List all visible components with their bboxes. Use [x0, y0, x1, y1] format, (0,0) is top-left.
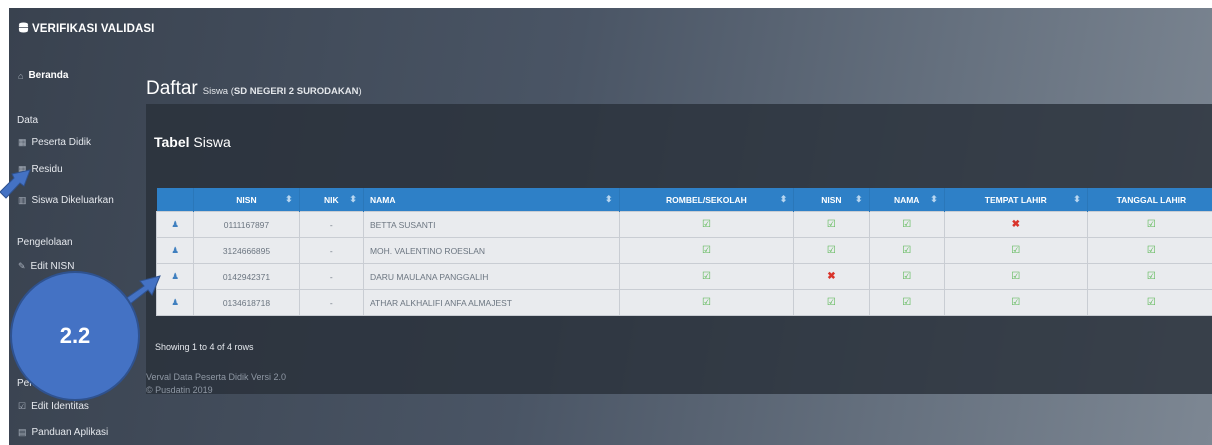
check-icon: ☑: [826, 245, 836, 256]
sort-icon: ⬍: [854, 194, 863, 204]
check-icon: ☑: [1146, 297, 1156, 308]
cell-nama: DARU MAULANA PANGGALIH: [362, 263, 620, 290]
user-icon[interactable]: ♟: [155, 211, 195, 238]
sort-icon: ⬍: [1073, 194, 1081, 204]
sort-icon: ⬍: [349, 194, 357, 204]
document-icon: ▤: [18, 427, 27, 437]
cell-nik: -: [298, 211, 364, 238]
header-tanggal-lahir[interactable]: TANGGAL LAHIR: [1087, 188, 1212, 212]
check-icon: ☑: [701, 245, 711, 256]
annotation-arrow-residu: [0, 169, 31, 199]
cell-nama: ATHAR ALKHALIFI ANFA ALMAJEST: [362, 289, 620, 316]
table-row[interactable]: ♟ 3124666895 - MOH. VALENTINO ROESLAN ☑ ☑ ☑…: [155, 237, 1212, 264]
pagination-info: Showing 1 to 4 of 4 rows: [155, 342, 254, 352]
sort-icon: ⬍: [779, 194, 788, 204]
sidebar-section-data: Data: [17, 115, 39, 126]
sort-icon: ⬍: [605, 194, 613, 204]
check-icon: ☑: [902, 245, 912, 256]
cell-nik: -: [298, 237, 364, 264]
check-icon: ☑: [701, 271, 711, 282]
home-icon: ⌂: [18, 70, 24, 81]
check-icon: ☑: [826, 219, 836, 230]
table-row[interactable]: ♟ 0142942371 - DARU MAULANA PANGGALIH ☑ ✖ ☑…: [155, 263, 1212, 290]
check-icon: ☑: [1011, 271, 1021, 282]
students-table: NISN ⬍ NIK ⬍ NAMA ⬍ ROMBEL/SEKOLAH ⬍ NISN ⬍ N…: [155, 188, 1212, 316]
check-icon: ☑: [1146, 271, 1156, 282]
check-icon: ☑: [902, 271, 912, 282]
check-icon: ☑: [1146, 245, 1156, 256]
check-icon: ☑: [701, 297, 711, 308]
cross-icon: ✖: [827, 271, 836, 282]
annotation-callout: 2.2: [10, 271, 140, 401]
app-window: VERIFIKASI VALIDASI ⌂ Beranda Data ▦ Pes…: [9, 8, 1212, 445]
cell-nik: -: [298, 289, 364, 316]
sidebar-item-peserta-didik[interactable]: ▦ Peserta Didik: [18, 137, 91, 148]
check-icon: ☑: [1011, 297, 1021, 308]
table-row[interactable]: ♟ 0111167897 - BETTA SUSANTI ☑ ☑ ☑ ✖ ☑: [155, 211, 1212, 238]
header-tempat-lahir[interactable]: TEMPAT LAHIR ⬍: [944, 188, 1088, 212]
check-icon: ☑: [1146, 219, 1156, 230]
sidebar-item-edit-nisn[interactable]: ✎ Edit NISN: [18, 261, 74, 272]
cell-nisn: 0142942371: [193, 263, 300, 290]
sort-icon: ⬍: [930, 194, 938, 204]
footer: Verval Data Peserta Didik Versi 2.0 © Pu…: [146, 372, 287, 395]
check-icon: ☑: [1011, 245, 1021, 256]
header-nisn[interactable]: NISN ⬍: [193, 188, 300, 212]
header-nama-check[interactable]: NAMA ⬍: [869, 188, 945, 212]
sidebar-item-edit-identitas[interactable]: ☑ Edit Identitas: [18, 401, 89, 412]
sidebar-item-beranda[interactable]: ⌂ Beranda: [18, 70, 68, 81]
edit-icon: ✎: [18, 261, 26, 271]
user-icon[interactable]: ♟: [155, 237, 195, 264]
header-nisn-check[interactable]: NISN ⬍: [793, 188, 870, 212]
cell-nik: -: [298, 263, 364, 290]
cell-nama: MOH. VALENTINO ROESLAN: [362, 237, 620, 264]
sort-icon: ⬍: [285, 194, 293, 204]
cell-nama: BETTA SUSANTI: [362, 211, 620, 238]
check-icon: ☑: [902, 297, 912, 308]
check-icon: ☑: [902, 219, 912, 230]
table-panel: Tabel Siswa NISN ⬍ NIK ⬍ NAMA ⬍ ROMBEL/SEKO…: [146, 104, 1212, 394]
header-nama[interactable]: NAMA ⬍: [363, 188, 620, 212]
table-row[interactable]: ♟ 0134618718 - ATHAR ALKHALIFI ANFA ALMA…: [155, 289, 1212, 316]
page-subtitle: Siswa (SD NEGERI 2 SURODAKAN): [202, 86, 362, 97]
cell-nisn: 3124666895: [193, 237, 300, 264]
check-icon: ☑: [701, 219, 711, 230]
header-nik[interactable]: NIK ⬍: [299, 188, 364, 212]
cell-nisn: 0134618718: [193, 289, 300, 316]
check-icon: ☑: [826, 297, 836, 308]
sidebar-item-panduan-aplikasi[interactable]: ▤ Panduan Aplikasi: [18, 427, 108, 438]
cross-icon: ✖: [1011, 219, 1020, 230]
checkbox-icon: ☑: [18, 401, 27, 411]
sidebar-section-pengelolaan: Pengelolaan: [17, 237, 73, 248]
page-title: Daftar Siswa (SD NEGERI 2 SURODAKAN): [146, 78, 362, 99]
panel-title: Tabel Siswa: [154, 134, 231, 150]
table-icon: ▦: [18, 137, 27, 147]
header-icon-col: [156, 188, 195, 212]
header-rombel-sekolah[interactable]: ROMBEL/SEKOLAH ⬍: [619, 188, 795, 212]
cell-nisn: 0111167897: [193, 211, 300, 238]
